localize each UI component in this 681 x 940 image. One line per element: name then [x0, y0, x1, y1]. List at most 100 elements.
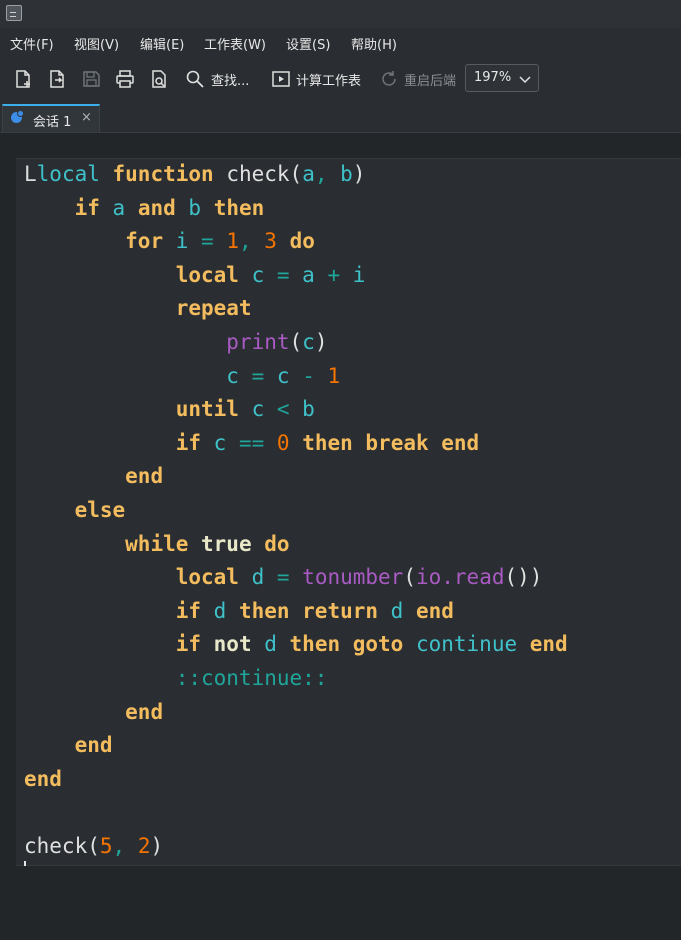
code-line: repeat [24, 292, 568, 326]
menu-edit[interactable]: 编辑(E) [140, 34, 184, 53]
tab-label: 会话 1 [33, 115, 72, 130]
code-token: c [251, 397, 277, 422]
code-token: i [352, 262, 366, 287]
code-token: a [112, 195, 138, 220]
code-token: ( [289, 329, 303, 354]
restart-backend-button: 重启后端 [404, 74, 457, 89]
tab-session-1[interactable]: 会话 1 × [2, 104, 100, 132]
code-token: end [529, 632, 568, 657]
code-token: a [302, 162, 315, 186]
code-token: a [302, 262, 328, 287]
code-token: , [238, 229, 265, 254]
code-token: b [188, 195, 214, 220]
code-token: for [125, 229, 176, 254]
print-icon[interactable] [114, 68, 136, 90]
code-token: then goto [289, 632, 416, 657]
code-token: end [24, 766, 62, 791]
code-token: + [327, 262, 353, 287]
code-token: d [213, 598, 239, 623]
code-token: 3 [264, 229, 290, 254]
code-token: ( [403, 565, 416, 590]
code-token: true [201, 531, 265, 556]
code-token: ::continue:: [175, 665, 328, 690]
new-file-icon[interactable] [12, 68, 34, 90]
code-token: do [289, 229, 315, 254]
code-token: repeat [175, 296, 252, 321]
open-file-icon[interactable] [46, 68, 68, 90]
code-token: d [390, 598, 416, 623]
code-token: if [175, 598, 214, 623]
app-icon [6, 5, 22, 21]
tab-bar: 会话 1 × [0, 102, 681, 133]
code-token: ) [314, 329, 328, 354]
code-token: end [125, 464, 164, 489]
code-token: print [226, 329, 290, 354]
code-token: continue [415, 632, 530, 657]
code-token: 5 [99, 833, 113, 858]
code-token: local [36, 162, 113, 186]
search-icon[interactable] [184, 68, 206, 90]
code-line: if c == 0 then break end [24, 427, 568, 461]
code-token: c [302, 329, 315, 354]
code-line: ::continue:: [24, 662, 568, 696]
find-button[interactable]: 查找... [211, 70, 249, 89]
code-token: < [276, 397, 303, 422]
code-token: local [175, 565, 252, 590]
code-token: d [251, 565, 277, 590]
code-token: , [314, 162, 341, 186]
code-token: else [74, 497, 126, 522]
code-line: check(5, 2) [24, 830, 568, 864]
code-token: c [251, 262, 277, 287]
save-icon[interactable] [80, 68, 102, 90]
code-line: c = c - 1 [24, 360, 568, 394]
chevron-down-icon [519, 76, 531, 84]
code-line: end [24, 696, 568, 730]
code-token: local [175, 262, 252, 287]
code-token: b [340, 162, 353, 186]
code-token: while [125, 531, 202, 556]
code-token: end [74, 733, 113, 758]
code-token: - [302, 363, 328, 388]
close-icon[interactable]: × [81, 110, 92, 125]
code-token: do [264, 531, 290, 556]
menu-view[interactable]: 视图(V) [74, 34, 119, 53]
menu-settings[interactable]: 设置(S) [286, 34, 330, 53]
code-token: not [213, 632, 265, 657]
menu-worksheet[interactable]: 工作表(W) [204, 34, 266, 53]
code-token: , [112, 833, 138, 858]
menu-file[interactable]: 文件(F) [10, 34, 54, 53]
compute-icon[interactable] [270, 68, 292, 90]
code-token: io.read [415, 565, 505, 590]
code-editor[interactable]: Llocal function check(a, b) if a and b t… [24, 158, 568, 863]
code-line: end [24, 763, 568, 797]
zoom-value: 197% [474, 70, 512, 85]
code-token: and [137, 195, 189, 220]
code-token: b [302, 397, 315, 422]
zoom-select[interactable]: 197% [465, 64, 539, 92]
menu-help[interactable]: 帮助(H) [351, 34, 397, 53]
code-token: end [415, 598, 454, 623]
toolbar: 查找... 计算工作表 重启后端 197% [0, 56, 681, 103]
code-token: ( [87, 833, 100, 858]
code-token: == [238, 430, 277, 455]
print-preview-icon[interactable] [148, 68, 170, 90]
code-token: = [251, 363, 277, 388]
code-line: until c < b [24, 393, 568, 427]
code-token: check [226, 162, 290, 186]
session-icon [11, 110, 24, 123]
compute-worksheet-button[interactable]: 计算工作表 [296, 70, 361, 89]
code-token: if [175, 632, 214, 657]
code-token: ()) [504, 565, 543, 590]
code-token: end [125, 699, 164, 724]
code-line: Llocal function check(a, b) [24, 158, 568, 192]
